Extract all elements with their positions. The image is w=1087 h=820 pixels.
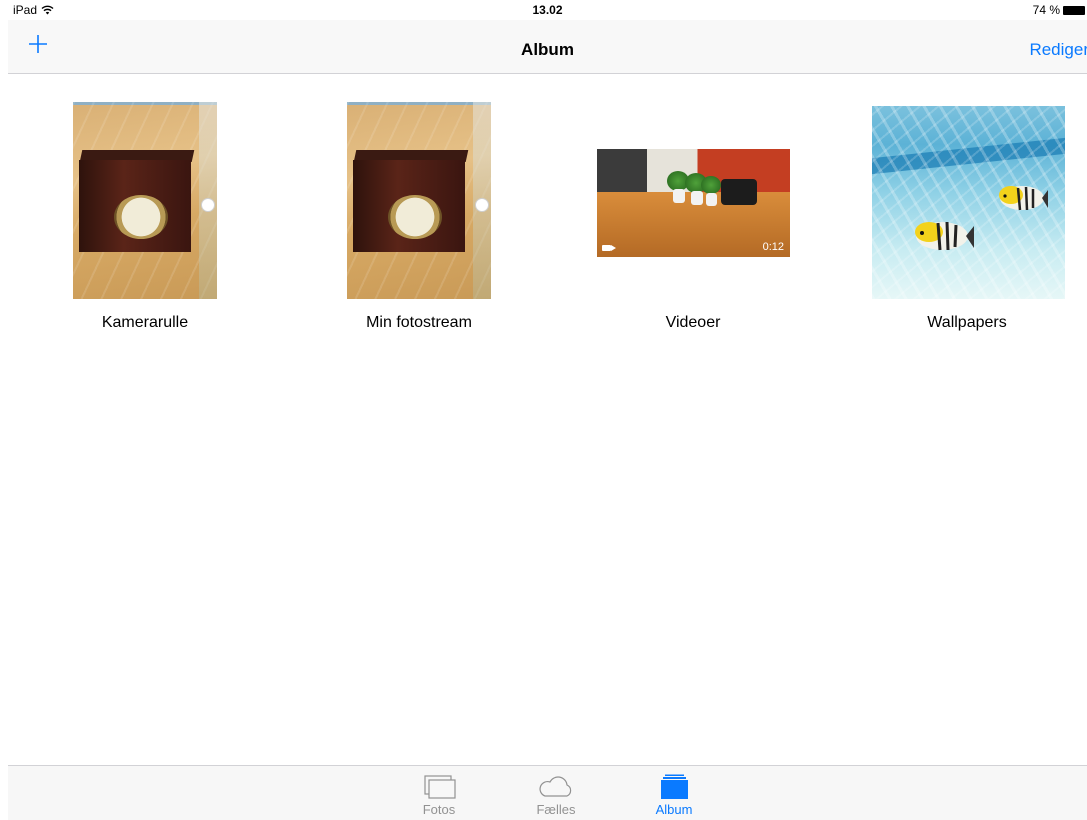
tab-bar: Fotos Fælles Album — [8, 765, 1087, 820]
tab-shared[interactable]: Fælles — [521, 774, 591, 817]
album-label: Wallpapers — [927, 314, 1007, 331]
album-thumbnail: 0:12 — [597, 149, 790, 257]
page-title: Album — [521, 40, 574, 59]
tab-label: Fælles — [536, 802, 576, 817]
album-thumbnail — [347, 102, 491, 299]
status-right: 74 % — [1033, 3, 1085, 17]
album-label: Kamerarulle — [101, 314, 189, 331]
album-label: Min fotostream — [366, 314, 472, 331]
tab-label: Fotos — [422, 802, 456, 817]
album-camera-roll[interactable]: Kamerarulle — [35, 100, 255, 340]
edit-button[interactable]: Rediger — [1029, 40, 1087, 60]
cloud-icon — [539, 776, 572, 797]
album-icon — [661, 774, 688, 799]
album-label: Videoer — [665, 314, 721, 331]
battery-percent: 74 % — [1032, 3, 1060, 17]
album-thumbnail — [73, 102, 217, 299]
album-wallpapers[interactable]: Wallpapers — [857, 100, 1077, 340]
album-thumbnail — [872, 106, 1065, 299]
album-my-photo-stream[interactable]: Min fotostream — [309, 100, 529, 340]
video-camera-icon — [602, 245, 616, 251]
tab-album[interactable]: Album — [639, 774, 709, 817]
video-duration: 0:12 — [762, 241, 784, 253]
status-time: 13.02 — [532, 3, 563, 17]
battery-icon — [1063, 5, 1085, 15]
tab-photos[interactable]: Fotos — [404, 774, 474, 817]
photos-icon — [424, 775, 456, 799]
screen: iPad 13.02 74 % Album Rediger Kamerarull… — [8, 0, 1087, 820]
status-bar: iPad 13.02 74 % — [8, 0, 1087, 20]
tab-label: Album — [655, 802, 693, 817]
navigation-bar: Album Rediger — [8, 20, 1087, 74]
album-videos[interactable]: 0:12 Videoer — [583, 100, 803, 340]
